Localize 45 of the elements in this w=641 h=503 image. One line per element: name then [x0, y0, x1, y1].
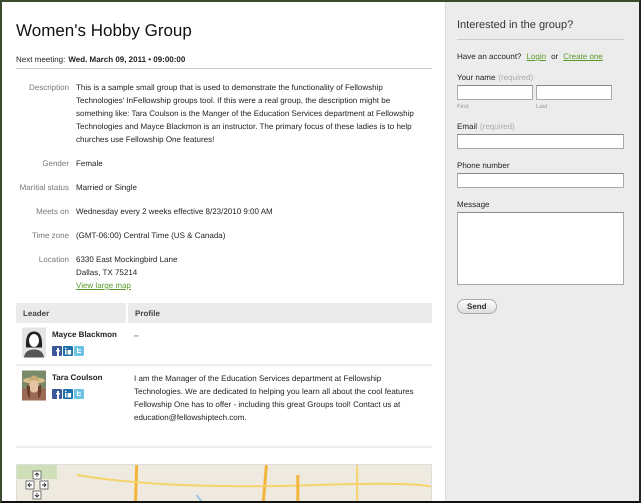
message-field[interactable]	[457, 212, 624, 285]
login-link[interactable]: Login	[526, 52, 546, 61]
detail-value: Female	[76, 158, 103, 170]
detail-value: 6330 East Mockingbird Lane	[76, 254, 178, 266]
input-field[interactable]	[457, 134, 624, 149]
input-field[interactable]	[457, 173, 624, 188]
next-meeting-date: Wed. March 09, 2011 • 09:00:00	[68, 55, 186, 64]
field-label: Your name	[457, 73, 496, 82]
page-title: Women's Hobby Group	[16, 20, 193, 42]
detail-value: Wednesday every 2 weeks effective 8/23/2010 9:00 AM	[76, 206, 273, 218]
profile-text: –	[127, 323, 432, 365]
social-icon[interactable]	[52, 389, 62, 399]
required-hint: (required)	[480, 122, 515, 131]
leader-name: Tara Coulson	[52, 373, 103, 382]
map-link[interactable]: View large map	[76, 281, 131, 290]
avatar-silhouette-icon	[22, 327, 46, 358]
send-button[interactable]: Send	[457, 299, 497, 314]
detail-value: Married or Single	[76, 182, 137, 194]
social-icon[interactable]	[52, 346, 62, 356]
leader-name: Mayce Blackmon	[52, 330, 117, 339]
input-field[interactable]	[457, 85, 533, 100]
detail-value: This is a sample small group that is used to demonstrate the functionality of Fellowship Technologies' InFellowship groups tool. If this were a real group, the description might be something like: Tara Coulson is the Manger of the Education Services department at Fellowship Technologies and Mayce Blackmon is an instructor. The primary focus of these ladies is to help churches use Fellowship One features!	[76, 82, 415, 146]
required-hint: (required)	[498, 73, 534, 82]
sidebar-heading: Interested in the group?	[457, 19, 624, 40]
next-meeting-label: Next meeting:	[16, 55, 66, 64]
input-field[interactable]	[536, 85, 612, 100]
field-label: Email	[457, 122, 478, 131]
field-label: Message	[457, 200, 490, 209]
or-text: or	[551, 52, 558, 61]
create-account-link[interactable]: Create one	[563, 52, 603, 61]
social-icon[interactable]	[63, 346, 73, 356]
detail-label: Maritial status	[18, 182, 70, 194]
detail-label: Description	[28, 82, 70, 94]
column-header: Profile	[127, 303, 432, 323]
column-header: Leader	[16, 303, 127, 323]
account-question: Have an account?	[457, 52, 522, 61]
detail-value: (GMT-06:00) Central Time (US & Canada)	[76, 230, 226, 242]
field-label: Phone number	[457, 161, 510, 170]
detail-label: Meets on	[35, 206, 70, 218]
social-icon[interactable]	[63, 389, 73, 399]
detail-value: Dallas, TX 75214	[76, 267, 138, 279]
detail-label: Time zone	[30, 230, 70, 242]
detail-label: Gender	[41, 158, 70, 170]
detail-label: Location	[38, 254, 70, 266]
profile-text: I am the Manager of the Education Services department at Fellowship Technologies. We are dedicated to helping you learn all about the cool features Fellowship One has to offer - including this great Groups tool! Contact us at education@fellowshiptech.com.	[127, 365, 432, 447]
